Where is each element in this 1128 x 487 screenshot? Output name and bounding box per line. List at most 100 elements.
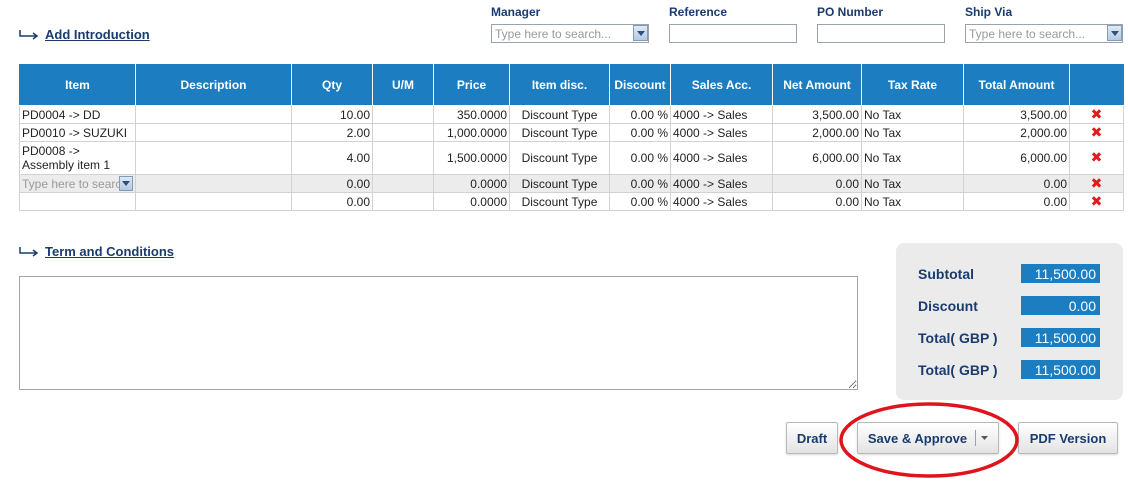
sales-acc-cell[interactable]: 4000 -> Sales [670,123,773,142]
description-cell[interactable] [135,174,292,193]
delete-row-button[interactable]: ✖ [1069,192,1124,211]
ship-via-dropdown-button[interactable] [1107,25,1122,41]
tax-rate-cell[interactable]: No Tax [861,174,964,193]
delete-row-button[interactable]: ✖ [1069,123,1124,142]
table-row[interactable]: 0.00 0.0000 Discount Type 0.00 % 4000 ->… [19,192,1124,211]
item-cell[interactable] [19,192,136,211]
item-disc-cell[interactable]: Discount Type [509,105,610,124]
item-search-input[interactable] [22,176,133,191]
ship-via-search-input[interactable] [965,24,1123,43]
delete-row-button[interactable]: ✖ [1069,174,1124,193]
ship-via-label: Ship Via [965,5,1013,19]
item-search-combo[interactable] [22,176,133,191]
manager-dropdown-button[interactable] [633,25,648,41]
qty-cell[interactable]: 0.00 [291,192,373,211]
reference-input[interactable] [669,24,797,43]
net-amount-cell: 0.00 [772,174,862,193]
item-disc-cell[interactable]: Discount Type [509,192,610,211]
return-arrow-icon [19,246,39,257]
description-cell[interactable] [135,141,292,175]
qty-cell[interactable]: 2.00 [291,123,373,142]
qty-cell[interactable]: 4.00 [291,141,373,175]
sales-acc-cell[interactable]: 4000 -> Sales [670,105,773,124]
column-header-item: Item [19,64,136,106]
discount-cell[interactable]: 0.00 % [609,192,671,211]
chevron-down-icon[interactable] [981,436,989,440]
discount-cell[interactable]: 0.00 % [609,105,671,124]
save-approve-split-button[interactable]: Save & Approve [857,422,999,454]
save-approve-button-label[interactable]: Save & Approve [868,431,967,446]
item-dropdown-button[interactable] [119,176,133,191]
total-amount-cell: 0.00 [963,174,1070,193]
column-header-tax-rate: Tax Rate [861,64,964,106]
discount-cell[interactable]: 0.00 % [609,174,671,193]
item-cell[interactable]: PD0008 -> Assembly item 1 [19,141,136,175]
sales-acc-cell[interactable]: 4000 -> Sales [670,192,773,211]
delete-x-icon: ✖ [1090,149,1103,165]
item-disc-cell[interactable]: Discount Type [509,141,610,175]
totals-panel: Subtotal 11,500.00 Discount 0.00 Total( … [896,243,1123,400]
table-row[interactable]: 0.00 0.0000 Discount Type 0.00 % 4000 ->… [19,174,1124,193]
tax-rate-cell[interactable]: No Tax [861,141,964,175]
subtotal-value: 11,500.00 [1021,264,1100,283]
delete-row-button[interactable]: ✖ [1069,141,1124,175]
um-cell[interactable] [372,192,434,211]
column-header-actions [1069,64,1124,106]
table-row[interactable]: PD0010 -> SUZUKI 2.00 1,000.0000 Discoun… [19,123,1124,142]
add-introduction-link[interactable]: Add Introduction [19,27,150,42]
column-header-qty: Qty [291,64,373,106]
po-number-input[interactable] [817,24,945,43]
price-cell[interactable]: 1,000.0000 [433,123,510,142]
delete-x-icon: ✖ [1090,105,1103,122]
item-cell[interactable]: PD0004 -> DD [19,105,136,124]
term-and-conditions-link[interactable]: Term and Conditions [19,244,174,259]
column-header-price: Price [433,64,510,106]
po-number-label: PO Number [817,5,884,19]
um-cell[interactable] [372,141,434,175]
tax-rate-cell[interactable]: No Tax [861,192,964,211]
um-cell[interactable] [372,174,434,193]
discount-cell[interactable]: 0.00 % [609,141,671,175]
net-amount-cell: 3,500.00 [772,105,862,124]
delete-row-button[interactable]: ✖ [1069,105,1124,124]
item-cell[interactable]: PD0010 -> SUZUKI [19,123,136,142]
draft-button[interactable]: Draft [786,422,838,454]
chevron-down-icon [122,181,130,186]
tax-rate-cell[interactable]: No Tax [861,123,964,142]
total-gbp-label: Total( GBP ) [918,330,998,346]
item-disc-cell[interactable]: Discount Type [509,123,610,142]
sales-acc-cell[interactable]: 4000 -> Sales [670,141,773,175]
qty-cell[interactable]: 10.00 [291,105,373,124]
item-disc-cell[interactable]: Discount Type [509,174,610,193]
return-arrow-icon [19,29,39,40]
description-cell[interactable] [135,105,292,124]
add-introduction-label: Add Introduction [45,27,150,42]
total-amount-cell: 6,000.00 [963,141,1070,175]
price-cell[interactable]: 0.0000 [433,174,510,193]
description-cell[interactable] [135,123,292,142]
total-amount-cell: 0.00 [963,192,1070,211]
total-gbp-value: 11,500.00 [1021,328,1100,347]
column-header-um: U/M [372,64,434,106]
item-cell[interactable] [19,174,136,193]
price-cell[interactable]: 350.0000 [433,105,510,124]
manager-search-input[interactable] [491,24,649,43]
discount-cell[interactable]: 0.00 % [609,123,671,142]
price-cell[interactable]: 1,500.0000 [433,141,510,175]
total-amount-cell: 2,000.00 [963,123,1070,142]
total-gbp-label-2: Total( GBP ) [918,362,998,378]
qty-cell[interactable]: 0.00 [291,174,373,193]
table-row[interactable]: PD0008 -> Assembly item 1 4.00 1,500.000… [19,141,1124,175]
price-cell[interactable]: 0.0000 [433,192,510,211]
sales-acc-cell[interactable]: 4000 -> Sales [670,174,773,193]
tax-rate-cell[interactable]: No Tax [861,105,964,124]
chevron-down-icon [1110,30,1119,36]
table-row[interactable]: PD0004 -> DD 10.00 350.0000 Discount Typ… [19,105,1124,124]
um-cell[interactable] [372,123,434,142]
description-cell[interactable] [135,192,292,211]
um-cell[interactable] [372,105,434,124]
net-amount-cell: 6,000.00 [772,141,862,175]
terms-textarea[interactable] [19,276,858,390]
delete-x-icon: ✖ [1090,123,1103,140]
pdf-version-button[interactable]: PDF Version [1018,422,1118,454]
